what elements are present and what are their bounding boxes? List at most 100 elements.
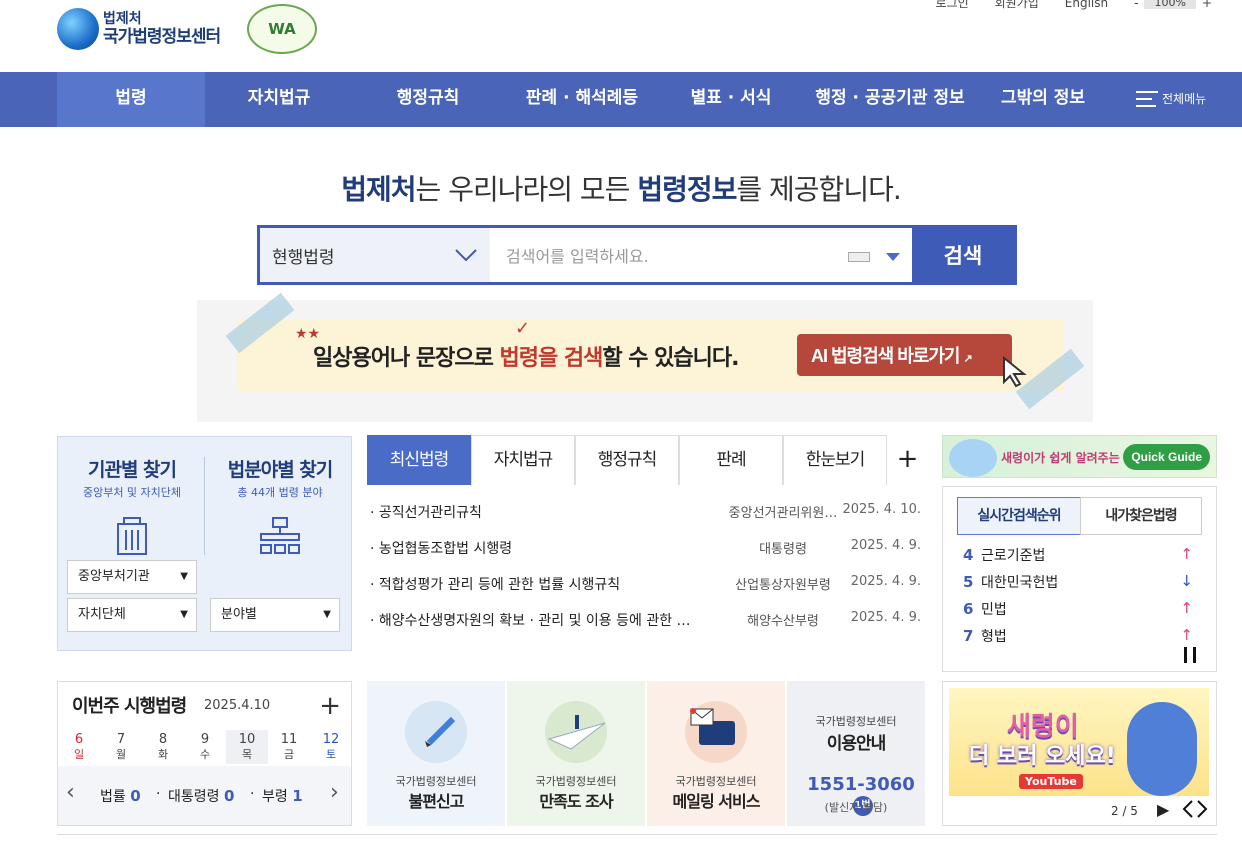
- day-cell-today[interactable]: 10 목: [226, 730, 268, 764]
- law-org: 산업통상자원부령: [735, 578, 831, 593]
- count-law[interactable]: 법률 0: [100, 786, 141, 806]
- chevron-right-icon[interactable]: ›: [330, 780, 339, 805]
- chevron-left-icon[interactable]: ‹: [66, 780, 75, 805]
- nav-public-agency[interactable]: 행정 · 공공기관 정보: [801, 72, 979, 127]
- tab-local-law[interactable]: 자치법규: [471, 435, 575, 485]
- service-name: 메일링 서비스: [672, 792, 761, 811]
- search-type-select[interactable]: 현행법령: [260, 228, 490, 282]
- usage-info[interactable]: 국가법령정보센터 이용안내 1551-30601번 (발신자 부담): [787, 681, 925, 826]
- nav-admin-rule[interactable]: 행정규칙: [353, 72, 503, 127]
- info-title: 이용안내: [826, 734, 887, 754]
- zoom-out-button[interactable]: -: [1134, 0, 1138, 10]
- service-name: 불편신고: [408, 792, 465, 811]
- day-cell[interactable]: 11 금: [268, 730, 310, 764]
- tab-latest-law[interactable]: 최신법령: [367, 435, 471, 485]
- law-title[interactable]: · 농업협동조합법 시행령: [370, 538, 730, 558]
- service-org: 국가법령정보센터: [395, 775, 477, 788]
- day-cell[interactable]: 8화: [142, 730, 184, 764]
- more-plus-button[interactable]: +: [887, 435, 927, 485]
- join-link[interactable]: 회원가입: [995, 0, 1039, 11]
- org-chart-icon: [260, 517, 300, 554]
- quick-guide-button[interactable]: Quick Guide: [1123, 444, 1210, 470]
- zoom-in-button[interactable]: +: [1202, 0, 1212, 10]
- ranking-item[interactable]: 4 근로기준법 ↑: [963, 545, 1203, 565]
- all-menu-button[interactable]: 전체메뉴: [1136, 90, 1206, 107]
- zoom-level: 100%: [1144, 0, 1196, 9]
- phone-number: 1551-3060: [807, 774, 915, 795]
- quick-guide-banner[interactable]: 새령이가 쉽게 알려주는 국법 Quick Guide: [942, 435, 1217, 478]
- arrow-up-icon: ↑: [1180, 626, 1193, 644]
- local-government-select[interactable]: 자치단체 ▼: [67, 598, 197, 632]
- day-cell[interactable]: 9수: [184, 730, 226, 764]
- search-button[interactable]: 검색: [912, 228, 1014, 282]
- building-icon: [117, 517, 147, 555]
- law-title[interactable]: · 공직선거관리규칙: [370, 502, 730, 522]
- info-org: 국가법령정보센터: [815, 715, 897, 728]
- day-cell[interactable]: 7월: [100, 730, 142, 764]
- pencil-hand-icon: [425, 716, 456, 747]
- service-org: 국가법령정보센터: [675, 775, 757, 788]
- rank-law-name[interactable]: 대한민국헌법: [981, 575, 1058, 591]
- list-item[interactable]: · 적합성평가 관리 등에 관한 법률 시행규칙 산업통상자원부령 2025. 4.…: [367, 566, 927, 602]
- ai-search-button[interactable]: AI 법령검색 바로가기 ↗: [797, 334, 1012, 376]
- logo-org: 법제처: [103, 11, 142, 27]
- complaint-service[interactable]: 국가법령정보센터 불편신고: [367, 681, 505, 826]
- rank-number: 7: [963, 627, 974, 645]
- local-government-value: 자치단체: [78, 607, 126, 622]
- day-number: 8: [158, 732, 168, 747]
- mascot-icon: [949, 439, 997, 477]
- hero-heading: 법제처는 우리나라의 모든 법령정보를 제공합니다.: [0, 168, 1242, 208]
- nav-appendix[interactable]: 별표 · 서식: [661, 72, 801, 127]
- list-item[interactable]: · 공직선거관리규칙 중앙선거관리위원… 2025. 4. 10.: [367, 494, 927, 530]
- mailing-service[interactable]: 국가법령정보센터 메일링 서비스: [647, 681, 785, 826]
- tab-realtime-ranking[interactable]: 실시간검색순위: [957, 497, 1081, 535]
- central-agency-select[interactable]: 중앙부처기관 ▼: [67, 560, 197, 594]
- day-cell[interactable]: 6일: [58, 730, 100, 764]
- count-ministerial[interactable]: 부령 1: [262, 786, 303, 806]
- nav-local-law[interactable]: 자치법규: [205, 72, 353, 127]
- count-presidential[interactable]: 대통령령 0: [168, 786, 234, 806]
- rank-law-name[interactable]: 형법: [981, 629, 1007, 645]
- weekly-laws-panel: 이번주 시행법령 2025.4.10 + 6일 7월 8화 9수 10 목 11 금…: [57, 681, 352, 826]
- site-logo[interactable]: 법제처 국가법령정보센터: [57, 8, 221, 50]
- day-cell[interactable]: 12 토: [310, 730, 352, 764]
- nav-law[interactable]: 법령: [57, 72, 205, 127]
- search-input[interactable]: 검색어를 입력하세요.: [490, 228, 912, 282]
- law-field-select[interactable]: 분야별 ▼: [210, 598, 340, 632]
- english-link[interactable]: English: [1065, 0, 1108, 10]
- ranking-item[interactable]: 5 대한민국헌법 ↓: [963, 572, 1203, 592]
- weekly-more-button[interactable]: +: [319, 693, 341, 719]
- day-weekday: 일: [73, 748, 85, 761]
- dropdown-arrow-icon[interactable]: [886, 253, 900, 261]
- tab-overview[interactable]: 한눈보기: [783, 435, 887, 485]
- pause-icon[interactable]: [1184, 647, 1196, 663]
- list-item[interactable]: · 농업협동조합법 시행령 대통령령 2025. 4. 9.: [367, 530, 927, 566]
- youtube-banner: 새령이 더 보러 오세요! YouTube 2 / 5 ▶: [942, 681, 1217, 826]
- tab-admin-rule[interactable]: 행정규칙: [575, 435, 679, 485]
- ranking-item[interactable]: 7 형법 ↑: [963, 626, 1203, 646]
- youtube-banner-image[interactable]: 새령이 더 보러 오세요! YouTube: [949, 688, 1209, 796]
- rank-law-name[interactable]: 근로기준법: [981, 548, 1045, 564]
- field-finder[interactable]: 법분야별 찾기 총 44개 법령 분야: [210, 455, 350, 560]
- tab-my-searched-laws[interactable]: 내가찾은법령: [1080, 497, 1202, 535]
- service-org: 국가법령정보센터: [535, 775, 617, 788]
- cursor-icon: [1003, 356, 1027, 388]
- login-link[interactable]: 로그인: [936, 0, 969, 11]
- ranking-item[interactable]: 6 민법 ↑: [963, 599, 1203, 619]
- survey-service[interactable]: 국가법령정보센터 만족도 조사: [507, 681, 645, 826]
- nav-precedent[interactable]: 판례 · 해석례등: [503, 72, 661, 127]
- agency-finder[interactable]: 기관별 찾기 중앙부처 및 자치단체: [62, 455, 202, 560]
- search-bar: 현행법령 검색어를 입력하세요. 검색: [257, 225, 1017, 285]
- play-icon[interactable]: ▶: [1157, 800, 1169, 819]
- prev-next-arrows-icon[interactable]: [1181, 799, 1209, 819]
- law-title[interactable]: · 적합성평가 관리 등에 관한 법률 시행규칙: [370, 574, 730, 594]
- law-title[interactable]: · 해양수산생명자원의 확보 · 관리 및 이용 등에 관한 …: [370, 610, 730, 630]
- day-number: 6: [74, 732, 84, 747]
- rank-law-name[interactable]: 민법: [981, 602, 1007, 618]
- rank-number: 6: [963, 600, 974, 618]
- virtual-keyboard-icon[interactable]: [848, 252, 870, 262]
- list-item[interactable]: · 해양수산생명자원의 확보 · 관리 및 이용 등에 관한 … 해양수산부령 20…: [367, 602, 927, 638]
- tab-precedent[interactable]: 판례: [679, 435, 783, 485]
- nav-other[interactable]: 그밖의 정보: [979, 72, 1107, 127]
- arrow-up-icon: ↑: [1180, 545, 1193, 563]
